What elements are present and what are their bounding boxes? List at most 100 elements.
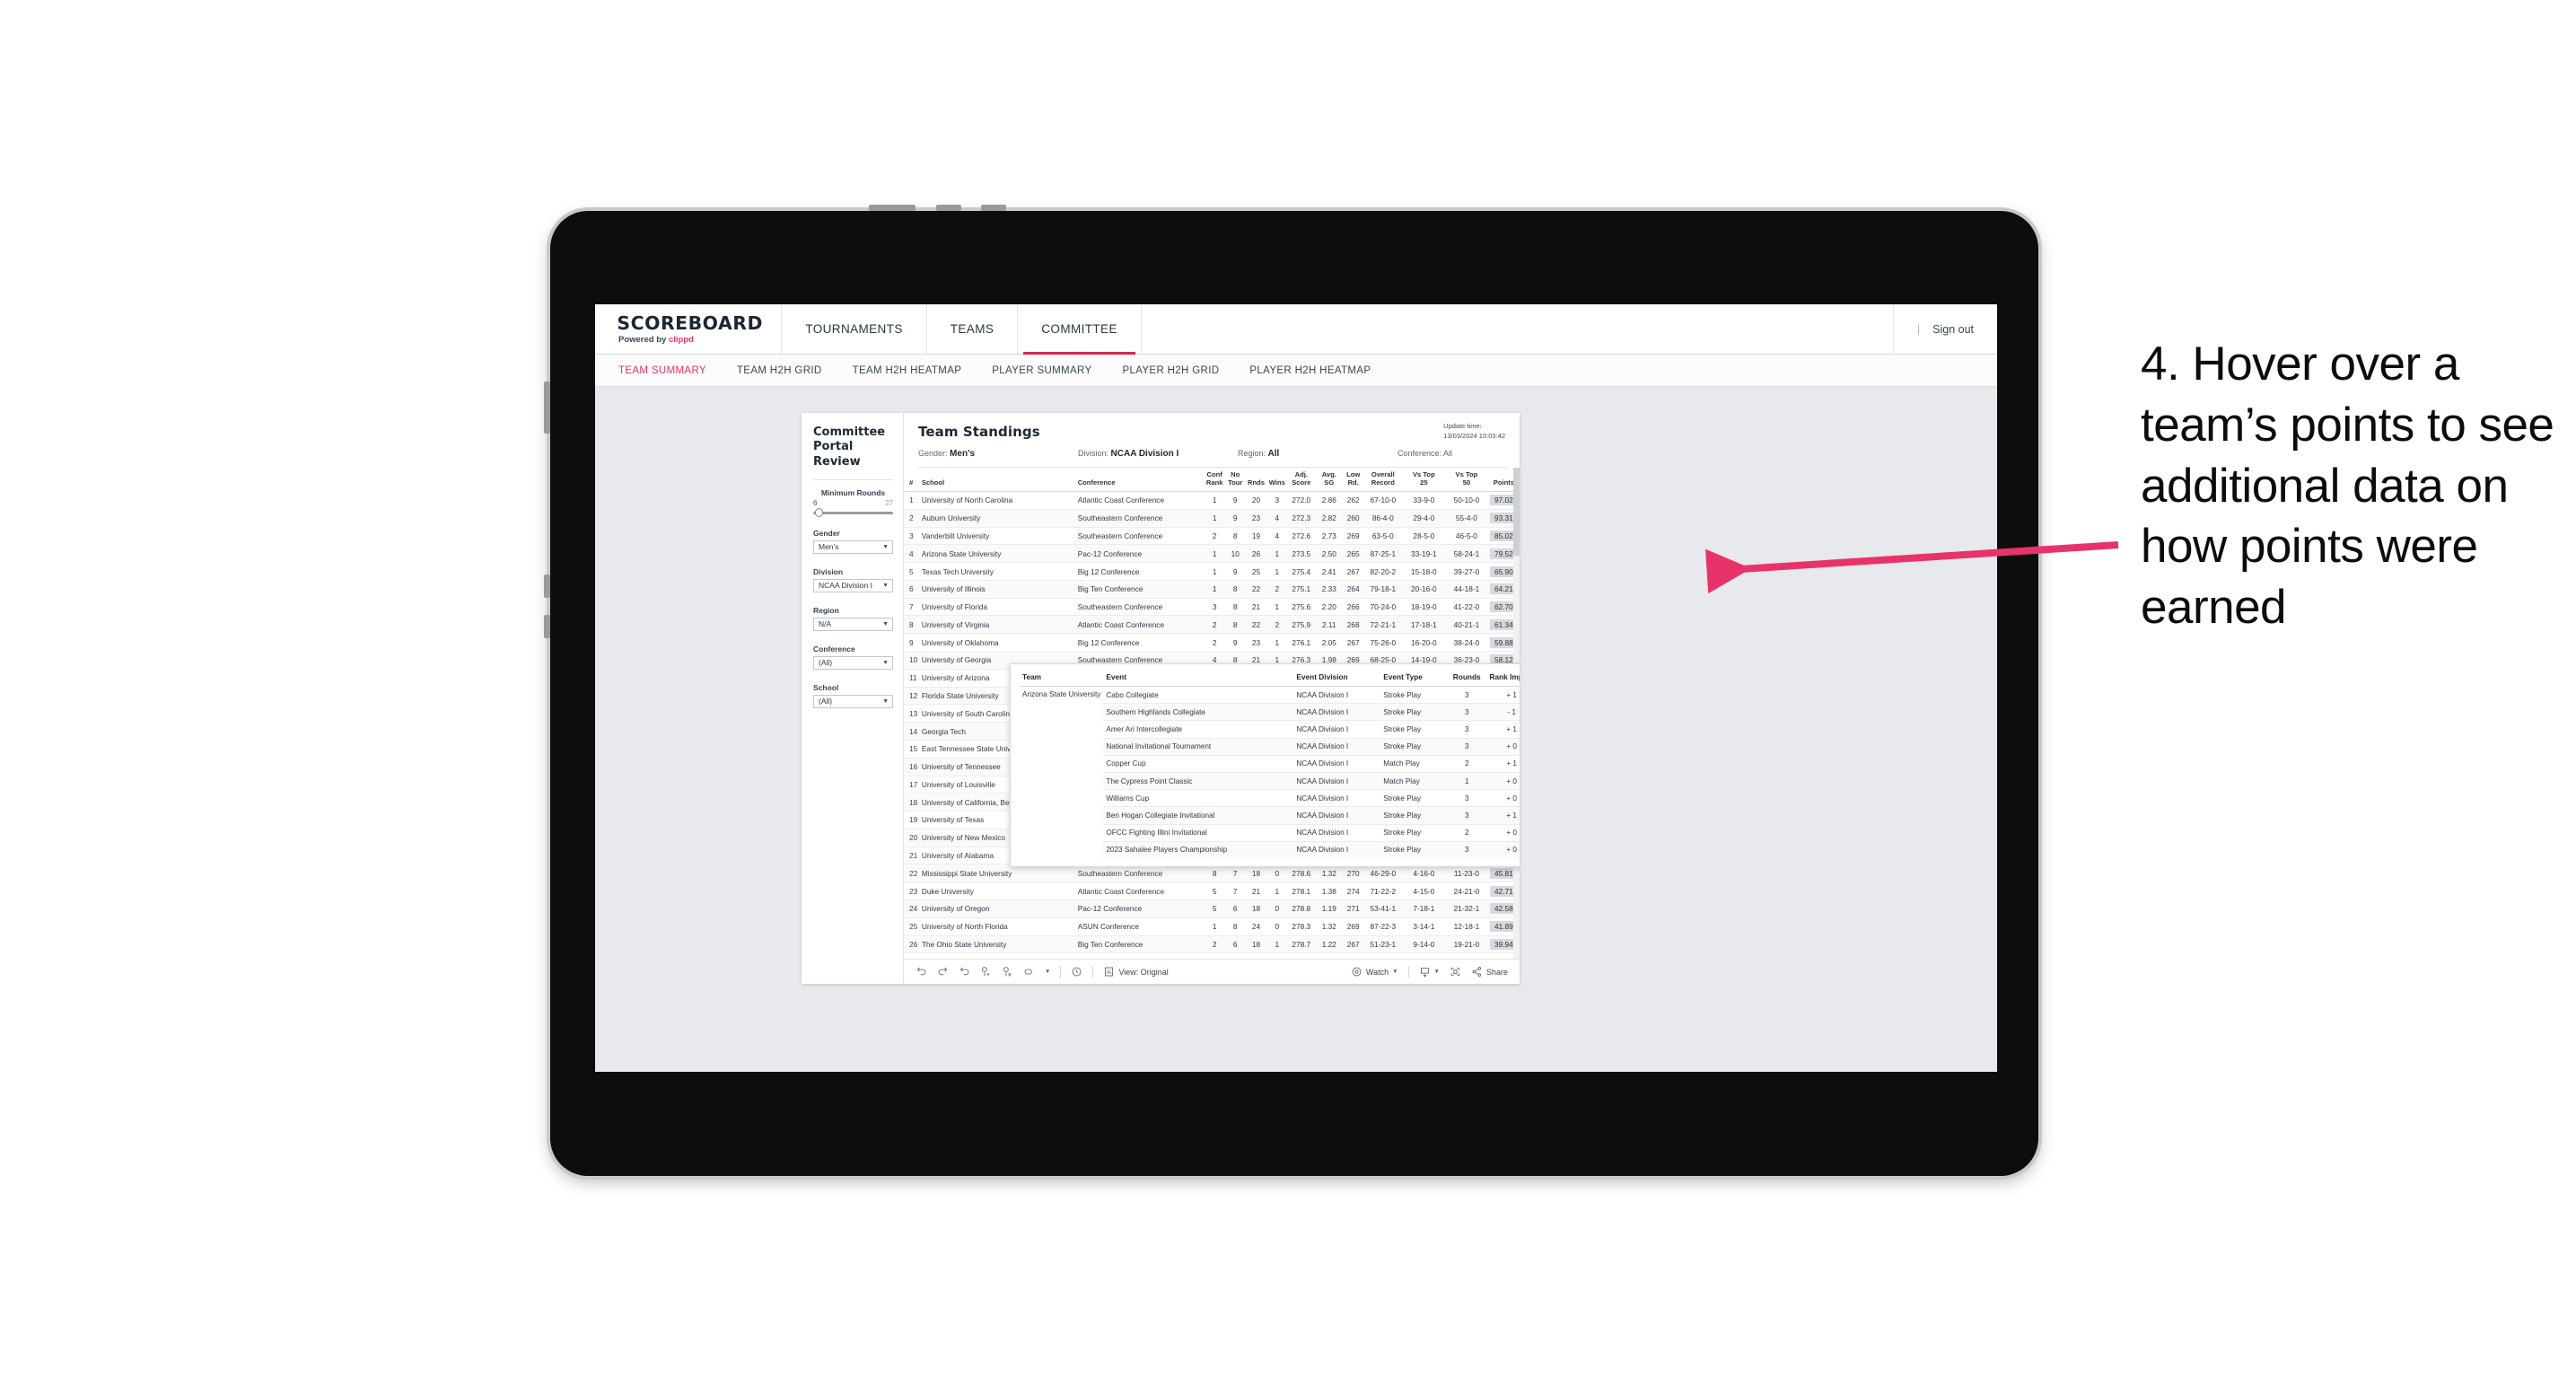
col-conference[interactable]: Conference	[1075, 468, 1205, 492]
watch-label: Watch	[1365, 967, 1389, 977]
pause-updates-icon[interactable]	[1002, 966, 1013, 978]
summary-gender: Gender: Men’s	[918, 449, 1078, 459]
filter-select-division[interactable]: NCAA Division I ▼	[813, 578, 893, 592]
table-row[interactable]: 23 Duke University Atlantic Coast Conferen…	[904, 882, 1520, 900]
table-row[interactable]: 5 Texas Tech University Big 12 Conference 1…	[904, 562, 1520, 581]
tooltip-cell-event: Southern Highlands Collegiate	[1103, 703, 1294, 722]
nav-item-committee[interactable]: COMMITTEE	[1018, 304, 1142, 355]
col-wins[interactable]: Wins	[1266, 468, 1288, 492]
table-row[interactable]: 3 Vanderbilt University Southeastern Confe…	[904, 527, 1520, 546]
col-adj-score[interactable]: Adj. Score	[1287, 468, 1316, 492]
cell-conference: Big Ten Conference	[1075, 580, 1205, 599]
col-rank[interactable]: #	[904, 468, 920, 492]
cell-rnds: 19	[1245, 527, 1267, 546]
cell-rank: 20	[904, 829, 920, 847]
cell-no-tour: 8	[1224, 598, 1246, 617]
fullscreen-icon[interactable]	[1450, 966, 1461, 978]
filter-select-school[interactable]: (All) ▼	[813, 694, 893, 708]
cell-wins: 3	[1266, 491, 1288, 510]
col-vs-top-25[interactable]: Vs Top 25	[1402, 468, 1446, 492]
filter-select-conference[interactable]: (All) ▼	[813, 655, 893, 670]
refresh-data-icon[interactable]	[980, 966, 992, 978]
cell-conf-rank: 5	[1204, 899, 1225, 918]
col-rnds[interactable]: Rnds	[1245, 468, 1267, 492]
cell-rnds: 20	[1245, 491, 1267, 510]
col-avg-sg[interactable]: Avg. SG	[1315, 468, 1344, 492]
tab-player-summary[interactable]: PLAYER SUMMARY	[992, 365, 1091, 376]
cell-overall-record: 86-4-0	[1363, 509, 1403, 528]
tooltip-cell-event-division: NCAA Division I	[1293, 841, 1381, 858]
brand-logo[interactable]: SCOREBOARD Powered by clippd	[595, 304, 783, 354]
tooltip-table-body: Arizona State University Cabo Collegiate N…	[1020, 686, 1520, 858]
cell-overall-record: 87-22-3	[1363, 917, 1403, 936]
tab-team-summary[interactable]: TEAM SUMMARY	[618, 365, 706, 376]
col-overall-record[interactable]: Overall Record	[1363, 468, 1403, 492]
tooltip-col-event: Event	[1103, 671, 1294, 687]
tab-team-h2h-heatmap[interactable]: TEAM H2H HEATMAP	[853, 365, 962, 376]
annotation-text: 4. Hover over a team’s points to see add…	[2141, 338, 2554, 635]
revert-icon[interactable]	[959, 966, 970, 978]
tooltip-cell-rounds: 3	[1448, 720, 1486, 739]
download-button[interactable]: ▼	[1419, 966, 1440, 978]
cell-conference: ASUN Conference	[1075, 917, 1205, 936]
slider-range-labels: 6 27	[813, 499, 893, 507]
cell-rank: 23	[904, 882, 920, 900]
history-icon[interactable]	[1071, 966, 1082, 978]
cell-rank: 1	[904, 491, 920, 510]
cell-adj-score: 278.3	[1287, 917, 1316, 936]
share-button[interactable]: Share	[1471, 966, 1508, 978]
cell-conference: Pac-12 Conference	[1075, 899, 1205, 918]
table-row[interactable]: 9 University of Oklahoma Big 12 Conference…	[904, 633, 1520, 653]
tooltip-col-rank-impact: Rank Impact	[1485, 671, 1520, 687]
nav-item-teams[interactable]: TEAMS	[927, 304, 1019, 354]
filter-select-region[interactable]: N/A ▼	[813, 617, 893, 631]
cell-vs-top-50: 38-24-0	[1445, 633, 1488, 653]
table-row[interactable]: 7 University of Florida Southeastern Confe…	[904, 598, 1520, 617]
view-original-button[interactable]: View: Original	[1103, 966, 1169, 978]
col-conf-rank[interactable]: Conf Rank	[1204, 468, 1225, 492]
cell-wins: 1	[1266, 598, 1288, 617]
col-low-rd[interactable]: Low Rd.	[1343, 468, 1364, 492]
redo-icon[interactable]	[937, 966, 949, 978]
tab-player-h2h-heatmap[interactable]: PLAYER H2H HEATMAP	[1249, 365, 1371, 376]
col-vs-top-50[interactable]: Vs Top 50	[1445, 468, 1488, 492]
cell-conference: Big Ten Conference	[1075, 935, 1205, 954]
table-row[interactable]: 25 University of North Florida ASUN Confer…	[904, 917, 1520, 936]
tooltip-cell-team: Arizona State University	[1022, 689, 1101, 698]
table-row[interactable]: 24 University of Oregon Pac-12 Conference 5…	[904, 899, 1520, 918]
table-row[interactable]: 1 University of North Carolina Atlantic Co…	[904, 491, 1520, 510]
cell-vs-top-25: 3-14-1	[1402, 917, 1446, 936]
highlight-icon[interactable]	[1023, 966, 1035, 978]
tab-player-h2h-grid[interactable]: PLAYER H2H GRID	[1122, 365, 1219, 376]
cell-school: Duke University	[919, 882, 1076, 900]
tooltip-cell-event-division: NCAA Division I	[1293, 755, 1381, 773]
undo-icon[interactable]	[916, 966, 927, 978]
filter-select-gender[interactable]: Men’s ▼	[813, 539, 893, 554]
table-scrollbar-thumb[interactable]	[1513, 468, 1520, 556]
table-row[interactable]: 2 Auburn University Southeastern Conferenc…	[904, 509, 1520, 528]
nav-item-tournaments[interactable]: TOURNAMENTS	[782, 304, 927, 354]
active-filter-summary: Gender: Men’s Division: NCAA Division I …	[918, 449, 1507, 468]
col-school[interactable]: School	[919, 468, 1076, 492]
cell-avg-sg: 2.20	[1315, 598, 1344, 617]
brand-subtitle: Powered by clippd	[618, 335, 761, 345]
cell-rank: 14	[904, 722, 920, 741]
slider-label: Minimum Rounds	[820, 487, 886, 497]
cell-rnds: 18	[1245, 899, 1267, 918]
cell-rank: 7	[904, 598, 920, 617]
table-row[interactable]: 26 The Ohio State University Big Ten Confe…	[904, 935, 1520, 954]
tooltip-cell-rounds: 3	[1448, 806, 1486, 825]
minimum-rounds-slider[interactable]	[813, 508, 893, 518]
filter-group-division: Division NCAA Division I ▼	[813, 567, 893, 592]
slider-handle[interactable]	[815, 508, 823, 518]
tooltip-cell-event-type: Stroke Play	[1380, 686, 1449, 705]
watch-button[interactable]: Watch ▼	[1351, 966, 1398, 978]
table-row[interactable]: 8 University of Virginia Atlantic Coast Co…	[904, 615, 1520, 635]
signout-link[interactable]: Sign out	[1932, 323, 1974, 336]
table-row[interactable]: 6 University of Illinois Big Ten Conferenc…	[904, 580, 1520, 599]
tab-team-h2h-grid[interactable]: TEAM H2H GRID	[737, 365, 822, 376]
col-no-tour[interactable]: No Tour	[1224, 468, 1246, 492]
chevron-down-icon[interactable]: ▼	[1045, 969, 1050, 975]
cell-wins: 1	[1266, 544, 1288, 564]
table-row[interactable]: 4 Arizona State University Pac-12 Conferen…	[904, 544, 1520, 564]
